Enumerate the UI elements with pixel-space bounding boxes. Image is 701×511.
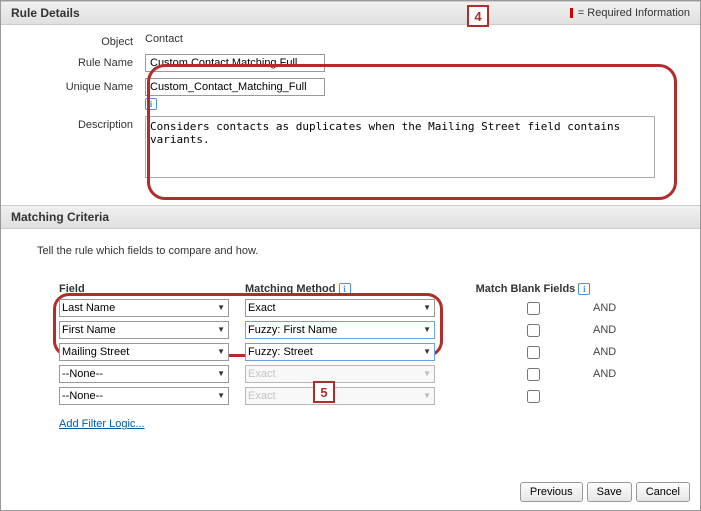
criteria-row: Mailing Street Fuzzy: Street AND xyxy=(59,342,686,362)
field-select[interactable]: Last Name xyxy=(59,299,229,317)
criteria-instruction: Tell the rule which fields to compare an… xyxy=(37,245,664,257)
col-method-header: Matching Method i xyxy=(245,283,473,295)
blank-checkbox[interactable] xyxy=(527,390,540,403)
col-blank-header: Match Blank Fields i xyxy=(473,283,593,295)
rule-details-header: Rule Details = Required Information xyxy=(1,1,700,25)
object-label: Object xyxy=(15,33,145,48)
callout-marker-5: 5 xyxy=(313,381,335,403)
footer-buttons: Previous Save Cancel xyxy=(520,482,690,502)
matching-criteria-header: Matching Criteria xyxy=(1,205,700,229)
field-select[interactable]: --None-- xyxy=(59,365,229,383)
criteria-row: --None-- Exact AND xyxy=(59,364,686,384)
required-info-note: = Required Information xyxy=(570,7,690,19)
method-select[interactable]: Exact xyxy=(245,299,435,317)
blank-checkbox[interactable] xyxy=(527,368,540,381)
unique-name-label: Unique Name xyxy=(15,78,145,93)
description-label: Description xyxy=(15,116,145,131)
method-select[interactable]: Fuzzy: Street xyxy=(245,343,435,361)
save-button[interactable]: Save xyxy=(587,482,632,502)
rule-details-form: Object Contact Rule Name Unique Name i D… xyxy=(1,25,700,205)
criteria-table: Field Matching Method i Match Blank Fiel… xyxy=(59,283,686,406)
blank-checkbox[interactable] xyxy=(527,324,540,337)
matching-criteria-body: Tell the rule which fields to compare an… xyxy=(1,229,700,442)
field-select[interactable]: First Name xyxy=(59,321,229,339)
and-operator: AND xyxy=(593,346,643,358)
criteria-row: Last Name Exact AND xyxy=(59,298,686,318)
criteria-row: First Name Fuzzy: First Name AND xyxy=(59,320,686,340)
blank-checkbox[interactable] xyxy=(527,302,540,315)
add-filter-logic-link[interactable]: Add Filter Logic... xyxy=(59,418,145,430)
field-select[interactable]: --None-- xyxy=(59,387,229,405)
callout-marker-4: 4 xyxy=(467,5,489,27)
and-operator: AND xyxy=(593,302,643,314)
cancel-button[interactable]: Cancel xyxy=(636,482,690,502)
rule-details-title: Rule Details xyxy=(11,6,80,20)
blank-checkbox[interactable] xyxy=(527,346,540,359)
rule-name-input[interactable] xyxy=(145,54,325,72)
matching-criteria-title: Matching Criteria xyxy=(11,210,109,224)
unique-name-input[interactable] xyxy=(145,78,325,96)
and-operator: AND xyxy=(593,324,643,336)
previous-button[interactable]: Previous xyxy=(520,482,583,502)
and-operator: AND xyxy=(593,368,643,380)
info-icon[interactable]: i xyxy=(145,98,157,110)
rule-name-label: Rule Name xyxy=(15,54,145,69)
info-icon[interactable]: i xyxy=(339,283,351,295)
object-value: Contact xyxy=(145,33,686,45)
info-icon[interactable]: i xyxy=(578,283,590,295)
criteria-row: --None-- Exact xyxy=(59,386,686,406)
field-select[interactable]: Mailing Street xyxy=(59,343,229,361)
method-select: Exact xyxy=(245,387,435,405)
method-select[interactable]: Fuzzy: First Name xyxy=(245,321,435,339)
description-input[interactable] xyxy=(145,116,655,178)
method-select: Exact xyxy=(245,365,435,383)
col-field-header: Field xyxy=(59,283,245,295)
required-bar-icon xyxy=(570,8,573,18)
